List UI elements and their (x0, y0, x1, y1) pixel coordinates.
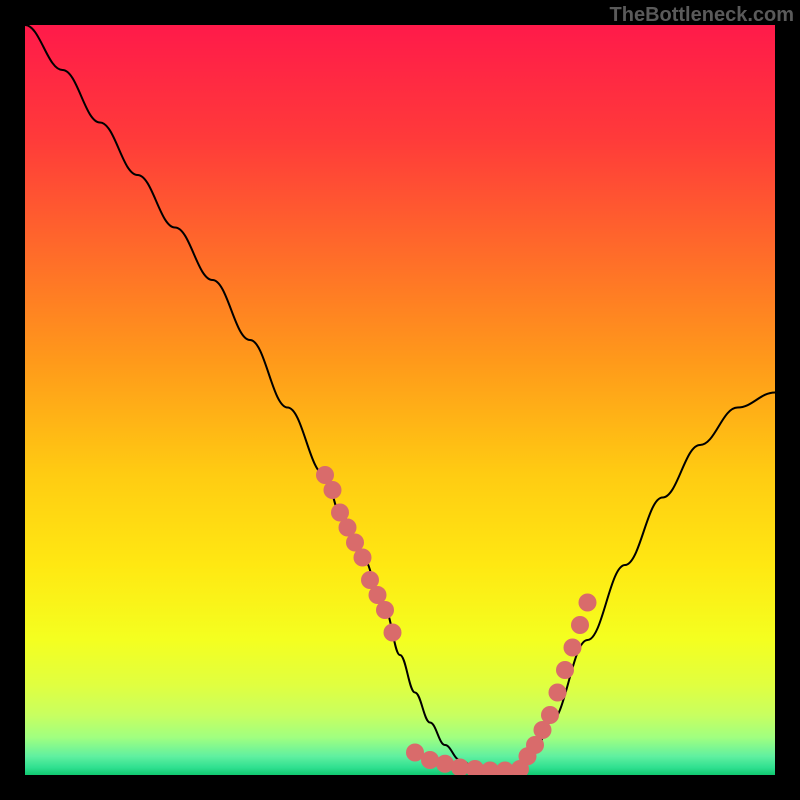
data-marker (571, 616, 589, 634)
data-marker (324, 481, 342, 499)
data-marker (421, 751, 439, 769)
data-marker (564, 639, 582, 657)
data-marker (556, 661, 574, 679)
data-marker (354, 549, 372, 567)
chart-frame (25, 25, 775, 775)
watermark-text: TheBottleneck.com (610, 4, 794, 27)
data-marker (436, 755, 454, 773)
data-marker (384, 624, 402, 642)
chart-plot (25, 25, 775, 775)
data-marker (549, 684, 567, 702)
data-marker (541, 706, 559, 724)
data-marker (579, 594, 597, 612)
gradient-background (25, 25, 775, 775)
data-marker (376, 601, 394, 619)
